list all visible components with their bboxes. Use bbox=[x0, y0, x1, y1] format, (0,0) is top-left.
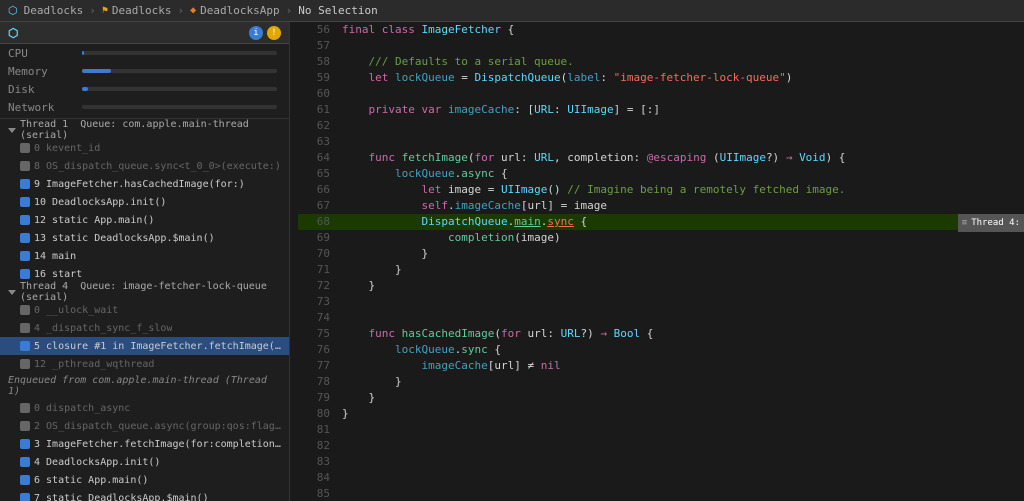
disk-label: Disk bbox=[8, 83, 78, 96]
frame-12-pthread[interactable]: 12 _pthread_wqthread bbox=[0, 355, 289, 373]
memory-progress bbox=[82, 69, 277, 73]
code-line-72: 72 } bbox=[298, 278, 1024, 294]
debug-navigator-sidebar: ⬡ i ! CPU Memory Di bbox=[0, 22, 290, 501]
process-name: ⬡ bbox=[8, 26, 26, 40]
thread4-header[interactable]: Thread 4 Queue: image-fetcher-lock-queue… bbox=[0, 283, 289, 301]
code-line-57: 57 bbox=[298, 38, 1024, 54]
enqueued-label: Enqueued from com.apple.main-thread (Thr… bbox=[0, 373, 289, 399]
code-line-80: 80} bbox=[298, 406, 1024, 422]
memory-row: Memory bbox=[0, 62, 289, 80]
memory-label: Memory bbox=[8, 65, 78, 78]
code-line-63: 63 bbox=[298, 134, 1024, 150]
frame-5-closure-fetchimage[interactable]: 5 closure #1 in ImageFetcher.fetchImage(… bbox=[0, 337, 289, 355]
network-row: Network bbox=[0, 98, 289, 116]
code-line-84: 84 bbox=[298, 470, 1024, 486]
code-line-85: 85 bbox=[298, 486, 1024, 501]
breadcrumb-swift-icon: ◆ bbox=[190, 5, 196, 16]
code-line-56: 56final class ImageFetcher { bbox=[298, 22, 1024, 38]
code-line-83: 83 bbox=[298, 454, 1024, 470]
frame-0-ulock[interactable]: 0 __ulock_wait bbox=[0, 301, 289, 319]
enq-frame-0[interactable]: 0 dispatch_async bbox=[0, 399, 289, 417]
code-line-75: 75 func hasCachedImage(for url: URL?) → … bbox=[298, 326, 1024, 342]
app-icon: ⬡ bbox=[8, 26, 18, 40]
warning-icon[interactable]: ! bbox=[267, 26, 281, 40]
thread1-header[interactable]: Thread 1 Queue: com.apple.main-thread (s… bbox=[0, 121, 289, 139]
cpu-row: CPU bbox=[0, 44, 289, 62]
code-line-58: 58 /// Defaults to a serial queue. bbox=[298, 54, 1024, 70]
cpu-label: CPU bbox=[8, 47, 78, 60]
enq-frame-3[interactable]: 3 ImageFetcher.fetchImage(for:completion… bbox=[0, 435, 289, 453]
breadcrumb-bar: ⬡ Deadlocks › ⚑ Deadlocks › ◆ DeadlocksA… bbox=[0, 0, 1024, 22]
frame-12-app-main[interactable]: 12 static App.main() bbox=[0, 211, 289, 229]
breadcrumb-arrow-icon: ⚑ bbox=[102, 5, 108, 16]
frame-13-deadlocksapp-main[interactable]: 13 static DeadlocksApp.$main() bbox=[0, 229, 289, 247]
source-editor: 56final class ImageFetcher {5758 /// Def… bbox=[290, 22, 1024, 501]
breadcrumb-deadlocksapp[interactable]: DeadlocksApp bbox=[200, 4, 279, 17]
code-line-61: 61 private var imageCache: [URL: UIImage… bbox=[298, 102, 1024, 118]
frame-10-deadlocksapp-init[interactable]: 10 DeadlocksApp.init() bbox=[0, 193, 289, 211]
code-line-70: 70 } bbox=[298, 246, 1024, 262]
enq-frame-7[interactable]: 7 static DeadlocksApp.$main() bbox=[0, 489, 289, 501]
code-line-73: 73 bbox=[298, 294, 1024, 310]
process-header: ⬡ i ! bbox=[0, 22, 289, 44]
code-line-74: 74 bbox=[298, 310, 1024, 326]
code-line-59: 59 let lockQueue = DispatchQueue(label: … bbox=[298, 70, 1024, 86]
enq-frame-2[interactable]: 2 OS_dispatch_queue.async(group:qos:flag… bbox=[0, 417, 289, 435]
code-line-64: 64 func fetchImage(for url: URL, complet… bbox=[298, 150, 1024, 166]
code-line-65: 65 lockQueue.async { bbox=[298, 166, 1024, 182]
enq-frame-6[interactable]: 6 static App.main() bbox=[0, 471, 289, 489]
network-label: Network bbox=[8, 101, 78, 114]
code-line-60: 60 bbox=[298, 86, 1024, 102]
code-line-77: 77 imageCache[url] ≠ nil bbox=[298, 358, 1024, 374]
code-line-78: 78 } bbox=[298, 374, 1024, 390]
code-line-76: 76 lockQueue.sync { bbox=[298, 342, 1024, 358]
disk-progress bbox=[82, 87, 277, 91]
network-progress bbox=[82, 105, 277, 109]
frame-8-osdispatch[interactable]: 8 OS_dispatch_queue.sync<t_0_0>(execute:… bbox=[0, 157, 289, 175]
code-line-81: 81 bbox=[298, 422, 1024, 438]
disk-row: Disk bbox=[0, 80, 289, 98]
code-view[interactable]: 56final class ImageFetcher {5758 /// Def… bbox=[290, 22, 1024, 501]
code-line-66: 66 let image = UIImage() // Imagine bein… bbox=[298, 182, 1024, 198]
code-line-68: 68 DispatchQueue.main.sync {≡Thread 4: bbox=[298, 214, 1024, 230]
breadcrumb-no-selection: No Selection bbox=[298, 4, 377, 17]
frame-9-hascached[interactable]: 9 ImageFetcher.hasCachedImage(for:) bbox=[0, 175, 289, 193]
breadcrumb-app-icon: ⬡ bbox=[8, 4, 18, 17]
code-line-79: 79 } bbox=[298, 390, 1024, 406]
code-line-69: 69 completion(image) bbox=[298, 230, 1024, 246]
frame-4-dispatch-sync[interactable]: 4 _dispatch_sync_f_slow bbox=[0, 319, 289, 337]
info-icon[interactable]: i bbox=[249, 26, 263, 40]
frame-0-kevent[interactable]: 0 kevent_id bbox=[0, 139, 289, 157]
frame-14-main[interactable]: 14 main bbox=[0, 247, 289, 265]
breadcrumb-deadlocks1[interactable]: Deadlocks bbox=[24, 4, 84, 17]
enq-frame-4[interactable]: 4 DeadlocksApp.init() bbox=[0, 453, 289, 471]
cpu-progress bbox=[82, 51, 277, 55]
code-line-67: 67 self.imageCache[url] = image bbox=[298, 198, 1024, 214]
code-line-62: 62 bbox=[298, 118, 1024, 134]
breadcrumb-deadlocks2[interactable]: Deadlocks bbox=[112, 4, 172, 17]
code-line-71: 71 } bbox=[298, 262, 1024, 278]
code-line-82: 82 bbox=[298, 438, 1024, 454]
